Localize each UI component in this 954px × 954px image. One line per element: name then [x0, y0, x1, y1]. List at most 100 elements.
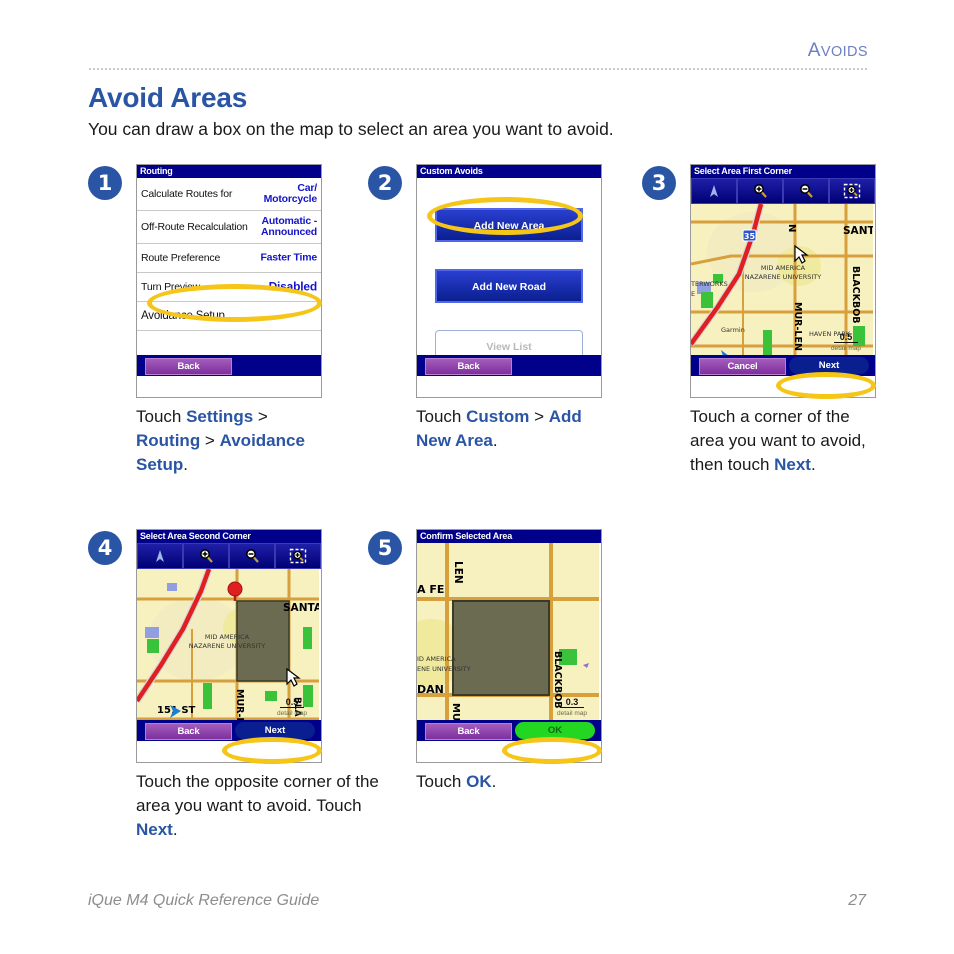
svg-text:DAN: DAN — [417, 683, 444, 696]
svg-text:SANTA: SANTA — [843, 225, 873, 237]
svg-text:ENE UNIVERSITY: ENE UNIVERSITY — [417, 665, 471, 673]
map-canvas-5[interactable]: LEN A FE ID AMERICA ENE UNIVERSITY DAN M… — [417, 543, 601, 741]
caption-bold: Settings — [186, 407, 254, 426]
svg-text:A FE: A FE — [417, 583, 444, 596]
map-toolbar-4 — [137, 543, 321, 569]
map-scale-5: 0.3 detail map — [546, 692, 598, 717]
svg-text:SANTA F: SANTA F — [283, 602, 319, 614]
north-arrow-icon[interactable] — [137, 543, 183, 569]
zoom-to-area-icon[interactable] — [275, 543, 321, 569]
svg-text:Garmin: Garmin — [721, 326, 745, 334]
settings-row-label: Route Preference — [141, 252, 221, 264]
svg-text:MID AMERICA: MID AMERICA — [205, 633, 250, 641]
screen4-bottom-bar: Back Next — [137, 720, 321, 741]
screen3-titlebar: Select Area First Corner — [691, 165, 875, 178]
map-scale-value: 0.5 — [279, 697, 305, 708]
settings-row-label: Calculate Routes for — [141, 188, 233, 200]
screen2-bottom-bar: Back — [417, 355, 601, 376]
next-button[interactable]: Next — [235, 722, 315, 739]
zoom-in-icon[interactable] — [737, 178, 783, 204]
step-badge-3: 3 — [642, 166, 676, 200]
back-button[interactable]: Back — [425, 723, 512, 740]
device-screenshot-5: Confirm Selected Area LEN A FE ID AMERIC… — [416, 529, 602, 763]
step-badge-4: 4 — [88, 531, 122, 565]
caption-bold: Routing — [136, 431, 201, 450]
screen2-body: Add New Area Add New Road View List Back — [417, 178, 601, 376]
caption-step-1: Touch Settings > Routing > Avoidance Set… — [136, 405, 311, 477]
map-toolbar-3 — [691, 178, 875, 204]
screen2-titlebar: Custom Avoids — [417, 165, 601, 178]
zoom-out-icon[interactable] — [229, 543, 275, 569]
map-scale-value: 0.3 — [559, 697, 585, 708]
svg-text:NAZARENE UNIVERSITY: NAZARENE UNIVERSITY — [189, 642, 265, 650]
caption-bold: Next — [774, 455, 811, 474]
cancel-button[interactable]: Cancel — [699, 358, 786, 375]
step-badge-2: 2 — [368, 166, 402, 200]
screen4-body: SANTA F MID AMERICA NAZARENE UNIVERSITY … — [137, 569, 321, 741]
settings-row-value: Car/Motorcycle — [263, 182, 318, 205]
settings-row-avoidance-setup[interactable]: Avoidance Setup — [137, 302, 321, 331]
settings-row-value: Faster Time — [260, 251, 317, 264]
svg-text:NAZARENE UNIVERSITY: NAZARENE UNIVERSITY — [745, 273, 821, 281]
caption-text: Touch the opposite corner of the area yo… — [136, 772, 379, 815]
screen5-body: LEN A FE ID AMERICA ENE UNIVERSITY DAN M… — [417, 543, 601, 741]
footer-page-number: 27 — [848, 892, 866, 909]
map-scale-sublabel: detail map — [831, 345, 861, 352]
caption-text: . — [491, 772, 497, 791]
running-head-rest: VOIDS — [820, 44, 868, 60]
caption-text: > — [200, 431, 220, 450]
back-button[interactable]: Back — [145, 358, 232, 375]
add-new-road-button[interactable]: Add New Road — [435, 269, 583, 303]
next-button[interactable]: Next — [789, 357, 869, 374]
caption-text: > — [253, 407, 268, 426]
running-head-initial: A — [807, 40, 821, 61]
header-rule — [88, 68, 868, 70]
settings-row-off-route-recalculation[interactable]: Off-Route Recalculation Automatic - Annou… — [137, 211, 321, 244]
caption-step-5: Touch OK. — [416, 770, 596, 794]
screen3-bottom-bar: Cancel Next — [691, 355, 875, 376]
footer-guide-title: iQue M4 Quick Reference Guide — [88, 892, 320, 909]
device-screenshot-3: Select Area First Corner 35 SAN N MID AM… — [690, 164, 876, 398]
back-button[interactable]: Back — [425, 358, 512, 375]
zoom-in-icon[interactable] — [183, 543, 229, 569]
screen1-bottom-bar: Back — [137, 355, 321, 376]
map-scale-value: 0.5 — [833, 332, 859, 343]
north-arrow-icon[interactable] — [691, 178, 737, 204]
svg-text:LEN: LEN — [452, 561, 464, 584]
settings-row-label: Off-Route Recalculation — [141, 221, 248, 233]
caption-text: . — [810, 455, 816, 474]
page-title: Avoid Areas — [88, 82, 248, 113]
map-scale-3: 0.5 detail map — [820, 327, 872, 352]
map-canvas-3[interactable]: 35 SANTA N MID AMERICA NAZARENE UNIVERSI… — [691, 204, 875, 376]
caption-text: > — [529, 407, 549, 426]
settings-row-route-preference[interactable]: Route Preference Faster Time — [137, 244, 321, 273]
svg-text:MUR-LEN: MUR-LEN — [792, 302, 803, 351]
svg-text:N: N — [786, 224, 797, 232]
caption-bold: Custom — [466, 407, 530, 426]
zoom-to-area-icon[interactable] — [829, 178, 875, 204]
settings-row-label: Turn Preview — [141, 281, 201, 293]
screen3-body: 35 SANTA N MID AMERICA NAZARENE UNIVERSI… — [691, 204, 875, 376]
svg-text:E: E — [691, 290, 695, 298]
map-canvas-4[interactable]: SANTA F MID AMERICA NAZARENE UNIVERSITY … — [137, 569, 321, 741]
caption-bold: OK — [466, 772, 492, 791]
device-screenshot-1: Routing Calculate Routes for Car/Motorcy… — [136, 164, 322, 398]
settings-row-calculate-routes[interactable]: Calculate Routes for Car/Motorcycle — [137, 178, 321, 211]
caption-text: Touch — [416, 407, 467, 426]
svg-text:MID AMERICA: MID AMERICA — [761, 264, 806, 272]
add-new-area-button[interactable]: Add New Area — [435, 208, 583, 242]
svg-text:ID AMERICA: ID AMERICA — [417, 655, 456, 663]
running-head: AVOIDS — [88, 40, 868, 62]
back-button[interactable]: Back — [145, 723, 232, 740]
settings-row-value: Disabled — [268, 279, 318, 294]
zoom-out-icon[interactable] — [783, 178, 829, 204]
caption-text: . — [492, 431, 498, 450]
device-screenshot-4: Select Area Second Corner SANTA MID AMER… — [136, 529, 322, 763]
settings-row-value: Automatic - Announced — [261, 215, 317, 238]
svg-text:35: 35 — [744, 232, 756, 241]
settings-row-turn-preview[interactable]: Turn Preview Disabled — [137, 273, 321, 302]
caption-bold: Next — [136, 820, 173, 839]
step-badge-5: 5 — [368, 531, 402, 565]
ok-button[interactable]: OK — [515, 722, 595, 739]
caption-step-4: Touch the opposite corner of the area yo… — [136, 770, 386, 842]
